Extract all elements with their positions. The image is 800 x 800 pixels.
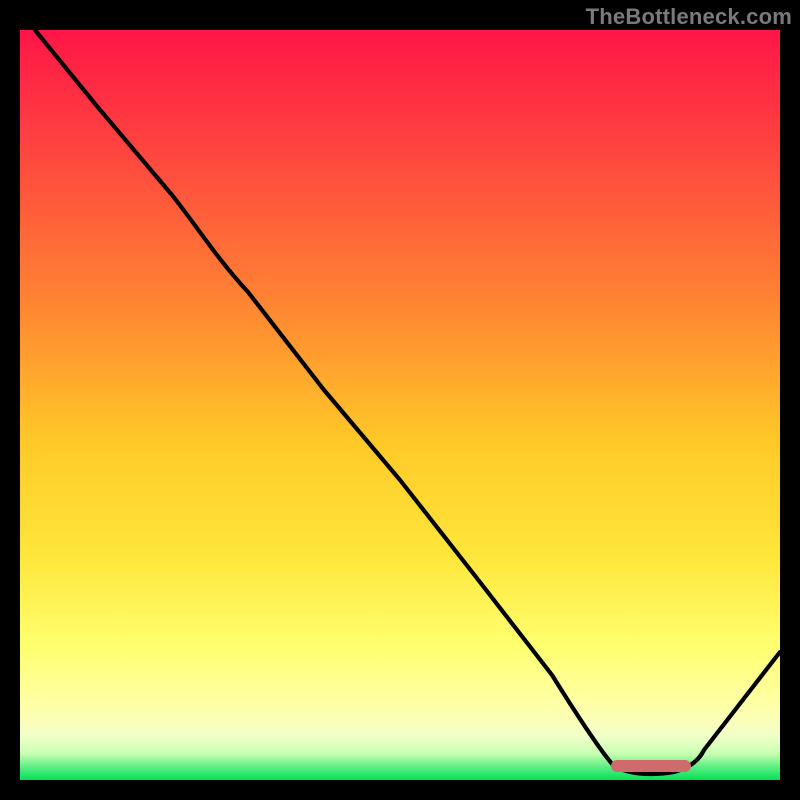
chart-frame: TheBottleneck.com [0,0,800,800]
plot-area [20,30,780,780]
watermark-text: TheBottleneck.com [586,4,792,30]
optimum-range-marker [611,760,691,772]
gradient-background [20,30,780,780]
plot-svg [20,30,780,780]
